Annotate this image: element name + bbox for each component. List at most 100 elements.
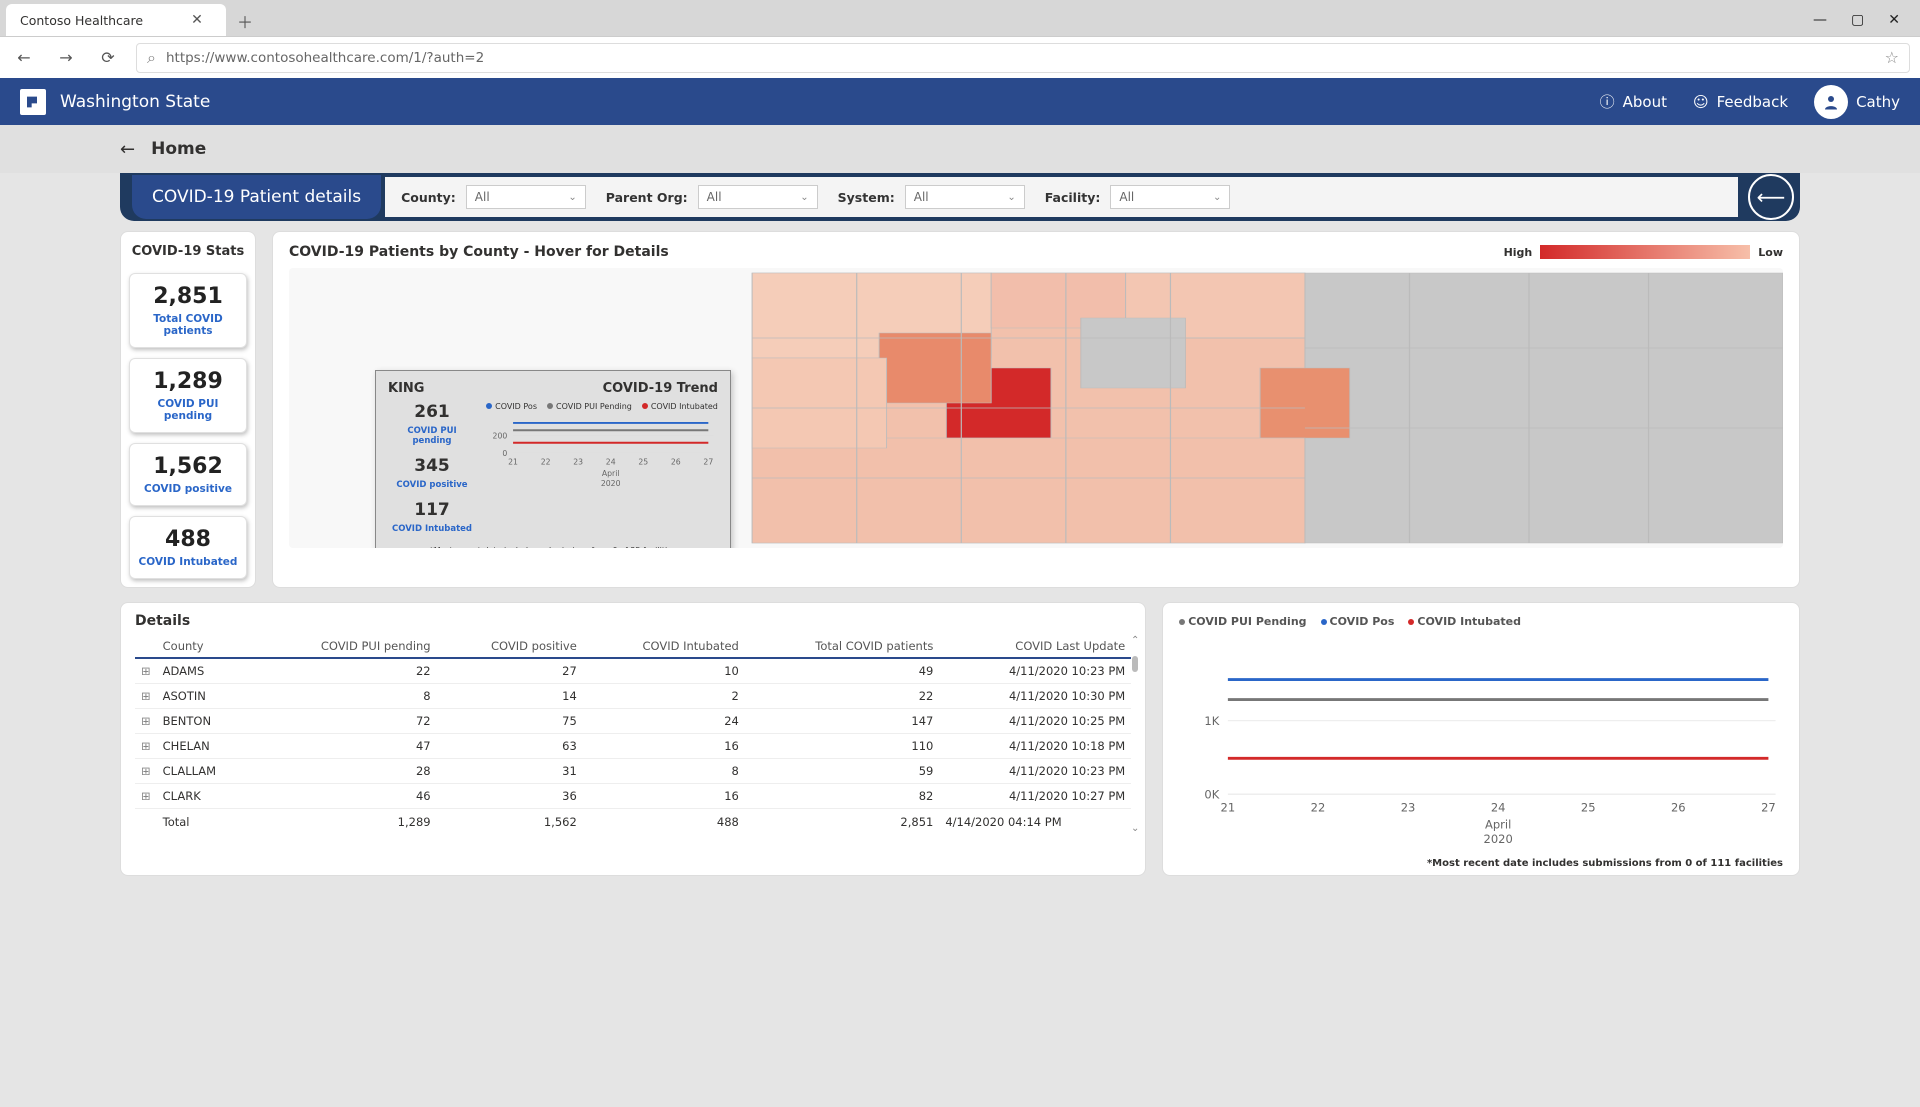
feedback-label: Feedback [1717,93,1788,111]
system-filter-select[interactable]: All ⌄ [905,185,1025,209]
stat-card-total[interactable]: 2,851 Total COVID patients [129,273,247,348]
cell-pui: 46 [254,784,436,809]
info-icon: ⓘ [1600,91,1615,112]
chevron-up-icon[interactable]: ⌃ [1131,635,1139,646]
county-filter-label: County: [401,190,456,205]
stat-value: 1,562 [134,454,242,479]
tooltip-stat-label: COVID positive [388,480,476,490]
favorite-icon[interactable]: ☆ [1885,48,1899,67]
table-row[interactable]: ⊞CHELAN4763161104/11/2020 10:18 PM [135,734,1131,759]
cell-updated: 4/11/2020 10:27 PM [939,784,1131,809]
county-filter-select[interactable]: All ⌄ [466,185,586,209]
expand-icon[interactable]: ⊞ [135,658,157,684]
map-visual[interactable]: KING COVID-19 Trend 261 COVID PUI pendin… [289,268,1783,548]
browser-chrome: Contoso Healthcare ✕ ＋ — ▢ ✕ ← → ⟳ ⌕ ☆ [0,0,1920,78]
expand-icon[interactable]: ⊞ [135,709,157,734]
table-scrollbar[interactable]: ⌃ ⌄ [1129,635,1141,834]
breadcrumb-title: Home [151,139,206,159]
refresh-button[interactable]: ⟳ [94,44,122,72]
facility-filter-select[interactable]: All ⌄ [1110,185,1230,209]
svg-text:23: 23 [1401,800,1416,814]
svg-text:23: 23 [573,458,583,467]
expand-icon[interactable]: ⊞ [135,759,157,784]
scroll-thumb[interactable] [1132,656,1138,672]
back-button[interactable]: ← [10,44,38,72]
chevron-down-icon[interactable]: ⌄ [1131,823,1139,834]
table-row[interactable]: ⊞CLALLAM28318594/11/2020 10:23 PM [135,759,1131,784]
cell-total: 147 [745,709,940,734]
cell-pos: 27 [437,658,583,684]
col-updated[interactable]: COVID Last Update [939,635,1131,658]
cell-county: CHELAN [157,734,255,759]
stats-title: COVID-19 Stats [129,240,247,263]
tooltip-legend-label: COVID Intubated [651,402,718,411]
forward-button[interactable]: → [52,44,80,72]
col-positive[interactable]: COVID positive [437,635,583,658]
cell-intub: 8 [583,759,745,784]
table-row[interactable]: ⊞BENTON7275241474/11/2020 10:25 PM [135,709,1131,734]
browser-tab[interactable]: Contoso Healthcare ✕ [6,4,226,36]
stat-card-intubated[interactable]: 488 COVID Intubated [129,516,247,579]
total-pos: 1,562 [437,809,583,835]
table-row[interactable]: ⊞ASOTIN8142224/11/2020 10:30 PM [135,684,1131,709]
expand-icon[interactable]: ⊞ [135,784,157,809]
dot-icon [1179,619,1185,625]
facility-filter-value: All [1119,190,1134,204]
cell-pui: 28 [254,759,436,784]
user-menu[interactable]: Cathy [1814,85,1900,119]
cell-pui: 72 [254,709,436,734]
expand-icon[interactable]: ⊞ [135,734,157,759]
total-all: 2,851 [745,809,940,835]
stat-card-pui[interactable]: 1,289 COVID PUI pending [129,358,247,433]
trend-footer: *Most recent date includes submissions f… [1179,858,1783,869]
close-tab-icon[interactable]: ✕ [191,12,203,28]
col-pui[interactable]: COVID PUI pending [254,635,436,658]
app-title: Washington State [60,92,210,112]
cell-pos: 31 [437,759,583,784]
cell-pui: 22 [254,658,436,684]
about-link[interactable]: ⓘ About [1600,91,1667,112]
dot-icon [642,403,648,409]
county-filter-value: All [475,190,490,204]
total-intub: 488 [583,809,745,835]
filter-bar: COVID-19 Patient details County: All ⌄ P… [120,173,1800,221]
svg-text:0: 0 [502,449,507,458]
col-intubated[interactable]: COVID Intubated [583,635,745,658]
url-input[interactable] [166,50,1875,66]
trend-chart[interactable]: 0K1K21222324252627April2020 [1179,634,1783,854]
cell-intub: 16 [583,734,745,759]
svg-text:26: 26 [1671,800,1686,814]
feedback-link[interactable]: ☺ Feedback [1693,93,1788,111]
minimize-icon[interactable]: — [1813,12,1827,28]
back-circle-button[interactable]: ⟵ [1748,174,1794,220]
user-name: Cathy [1856,93,1900,111]
back-arrow-icon[interactable]: ← [120,139,135,160]
tooltip-stat-label: COVID Intubated [388,524,476,534]
cell-pos: 63 [437,734,583,759]
tooltip-footer: *Most recent date includes submissions f… [388,546,718,548]
maximize-icon[interactable]: ▢ [1851,12,1864,28]
tooltip-stat-label: COVID PUI pending [388,426,476,446]
tooltip-legend-label: COVID Pos [495,402,537,411]
stat-value: 1,289 [134,369,242,394]
details-panel: Details County COVID PUI pending COVID p… [120,602,1146,876]
svg-text:24: 24 [1491,800,1506,814]
tooltip-trend-title: COVID-19 Trend [603,381,718,396]
close-window-icon[interactable]: ✕ [1888,12,1900,28]
search-icon: ⌕ [147,48,156,68]
new-tab-button[interactable]: ＋ [230,6,260,36]
svg-text:200: 200 [493,431,508,440]
parent-org-filter-label: Parent Org: [606,190,688,205]
col-total[interactable]: Total COVID patients [745,635,940,658]
address-bar[interactable]: ⌕ ☆ [136,43,1910,73]
expand-icon[interactable]: ⊞ [135,684,157,709]
svg-text:0K: 0K [1205,787,1220,801]
legend-gradient [1540,245,1750,259]
col-county[interactable]: County [157,635,255,658]
table-row[interactable]: ⊞ADAMS222710494/11/2020 10:23 PM [135,658,1131,684]
trend-legend-label: COVID PUI Pending [1188,615,1306,628]
stat-card-positive[interactable]: 1,562 COVID positive [129,443,247,506]
parent-org-filter-select[interactable]: All ⌄ [698,185,818,209]
dot-icon [486,403,492,409]
table-row[interactable]: ⊞CLARK463616824/11/2020 10:27 PM [135,784,1131,809]
